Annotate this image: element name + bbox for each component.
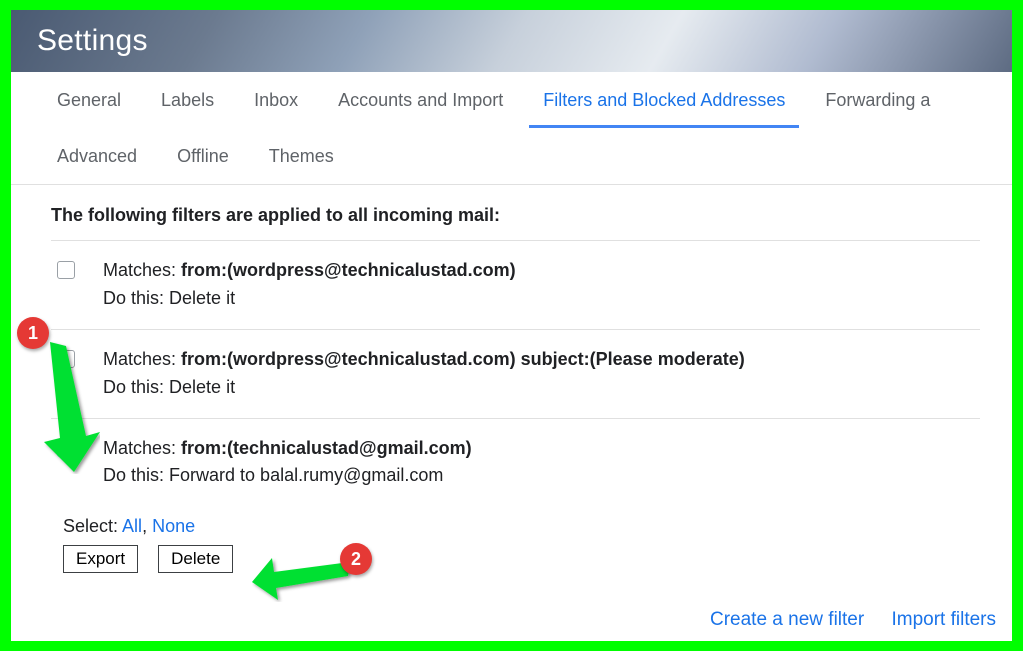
select-row: Select: All, None bbox=[51, 506, 980, 545]
matches-label: Matches: bbox=[103, 438, 181, 458]
tab-filters-blocked[interactable]: Filters and Blocked Addresses bbox=[529, 72, 799, 128]
matches-label: Matches: bbox=[103, 349, 181, 369]
filter-actions: Export Delete bbox=[51, 545, 980, 573]
annotation-step-1: 1 bbox=[17, 317, 49, 349]
annotation-step-2: 2 bbox=[340, 543, 372, 575]
action-label: Do this: bbox=[103, 465, 169, 485]
filters-content: The following filters are applied to all… bbox=[11, 185, 1012, 589]
annotation-arrow-1-icon bbox=[30, 334, 100, 474]
create-filter-link[interactable]: Create a new filter bbox=[710, 609, 864, 630]
page-title: Settings bbox=[37, 24, 148, 58]
matches-criteria: from:(wordpress@technicalustad.com) subj… bbox=[181, 349, 745, 369]
matches-label: Matches: bbox=[103, 260, 181, 280]
tab-themes[interactable]: Themes bbox=[255, 128, 348, 184]
filter-details: Matches: from:(wordpress@technicalustad.… bbox=[103, 257, 980, 313]
matches-criteria: from:(wordpress@technicalustad.com) bbox=[181, 260, 516, 280]
action-text: Forward to balal.rumy@gmail.com bbox=[169, 465, 443, 485]
select-none-link[interactable]: None bbox=[152, 516, 195, 536]
select-all-link[interactable]: All bbox=[122, 516, 142, 536]
filter-checkbox[interactable] bbox=[57, 261, 75, 279]
import-filters-link[interactable]: Import filters bbox=[891, 609, 996, 630]
filter-row: Matches: from:(wordpress@technicalustad.… bbox=[51, 240, 980, 329]
tab-advanced[interactable]: Advanced bbox=[43, 128, 151, 184]
filters-intro: The following filters are applied to all… bbox=[51, 205, 980, 226]
action-label: Do this: bbox=[103, 288, 169, 308]
tab-offline[interactable]: Offline bbox=[163, 128, 243, 184]
filter-row: Matches: from:(wordpress@technicalustad.… bbox=[51, 329, 980, 418]
tab-inbox[interactable]: Inbox bbox=[240, 72, 312, 128]
select-sep: , bbox=[142, 516, 152, 536]
settings-header: Settings bbox=[11, 10, 1012, 72]
delete-button[interactable]: Delete bbox=[158, 545, 233, 573]
settings-tabs: General Labels Inbox Accounts and Import… bbox=[11, 72, 1012, 185]
tab-general[interactable]: General bbox=[43, 72, 135, 128]
tab-labels[interactable]: Labels bbox=[147, 72, 228, 128]
filter-details: Matches: from:(technicalustad@gmail.com)… bbox=[103, 435, 980, 491]
action-text: Delete it bbox=[169, 288, 235, 308]
action-text: Delete it bbox=[169, 377, 235, 397]
select-label: Select: bbox=[63, 516, 122, 536]
action-label: Do this: bbox=[103, 377, 169, 397]
tab-accounts-import[interactable]: Accounts and Import bbox=[324, 72, 517, 128]
filter-row: Matches: from:(technicalustad@gmail.com)… bbox=[51, 418, 980, 507]
export-button[interactable]: Export bbox=[63, 545, 138, 573]
tab-forwarding[interactable]: Forwarding a bbox=[811, 72, 944, 128]
footer-links: Create a new filter Import filters bbox=[688, 609, 996, 631]
matches-criteria: from:(technicalustad@gmail.com) bbox=[181, 438, 472, 458]
filter-details: Matches: from:(wordpress@technicalustad.… bbox=[103, 346, 980, 402]
